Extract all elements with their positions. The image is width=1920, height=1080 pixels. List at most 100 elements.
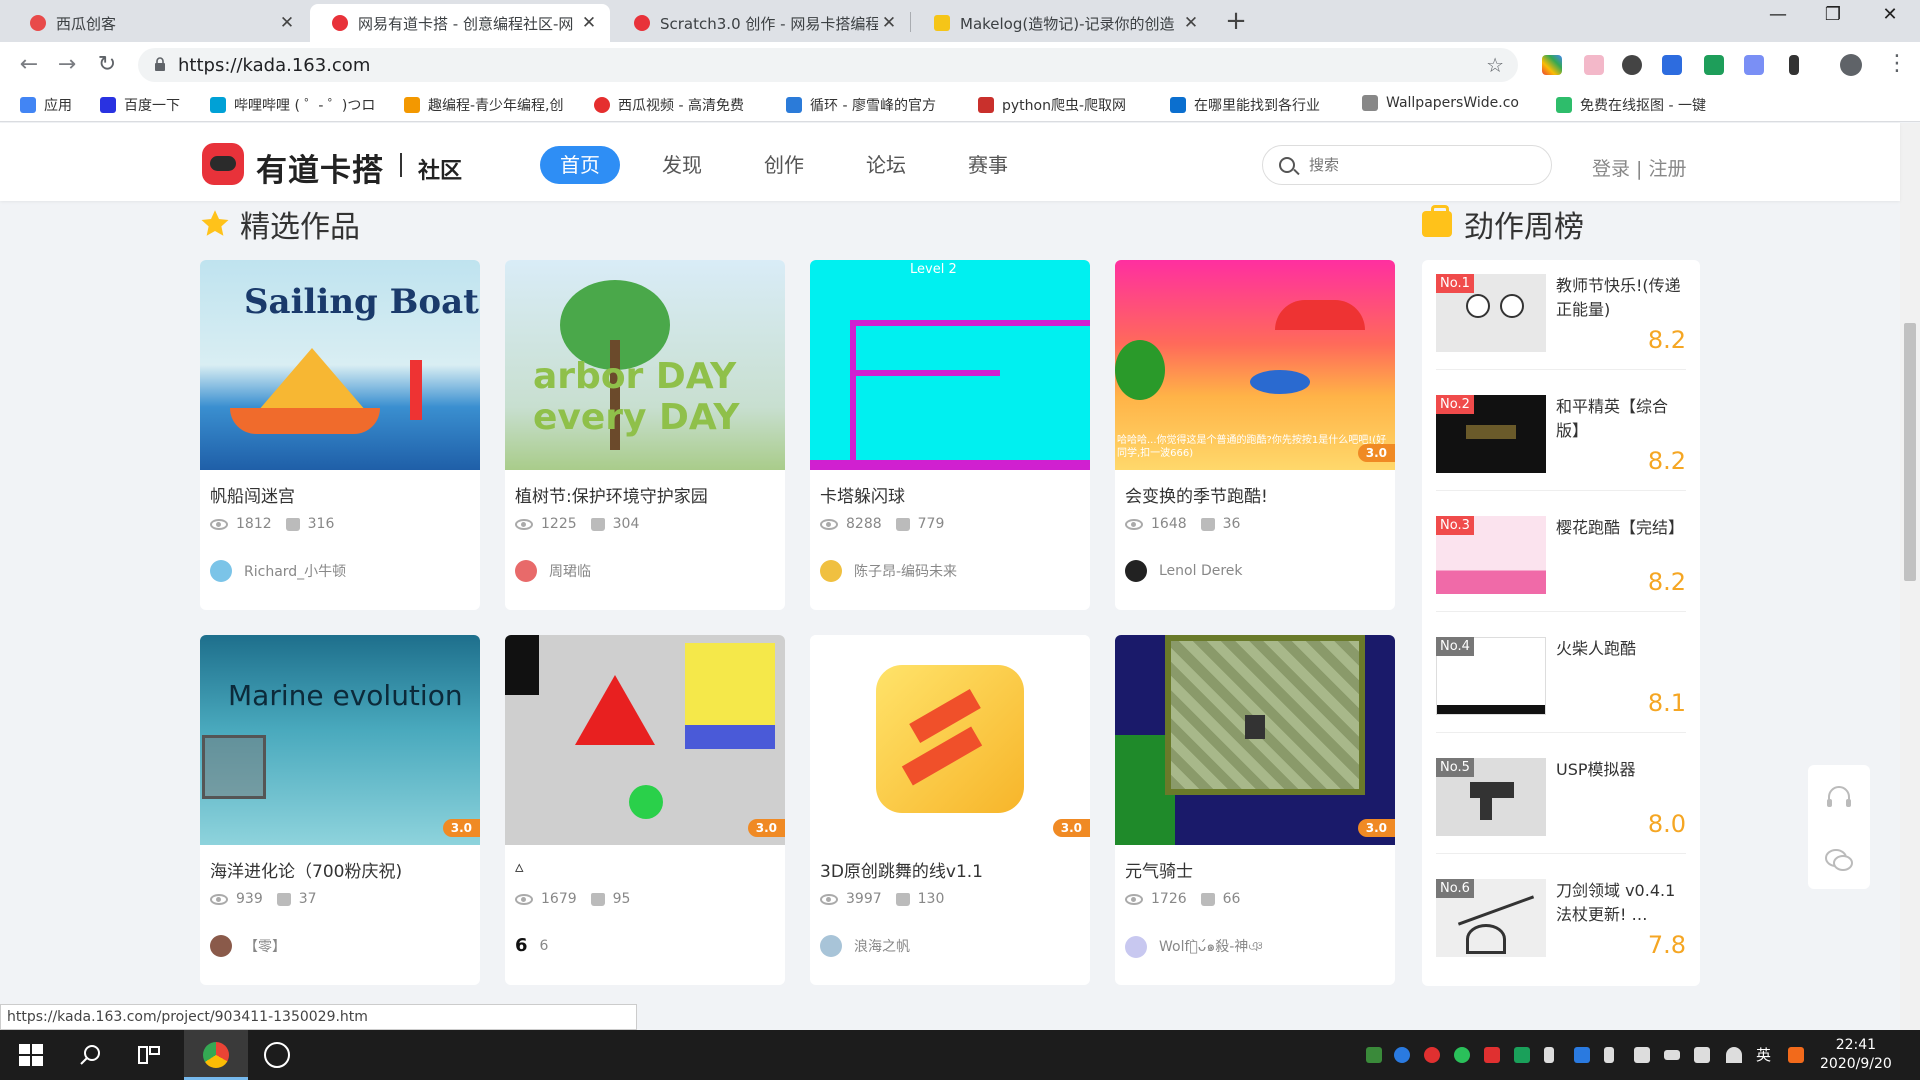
project-author[interactable]: Richard_小牛顿 xyxy=(210,560,346,582)
project-card[interactable]: 哈哈哈...你觉得这是个普通的跑酷?你先按按1是什么吧吧!(好同学,扣一波666… xyxy=(1115,260,1395,610)
search-icon[interactable] xyxy=(78,1042,104,1068)
project-card[interactable]: 3.0 3D原创跳舞的线v1.1 3997 130 浪海之帆 xyxy=(810,635,1090,985)
chrome-icon[interactable] xyxy=(203,1042,229,1068)
ranking-name[interactable]: 和平精英【综合版】 xyxy=(1556,395,1686,443)
wechat-tray-icon[interactable] xyxy=(1454,1047,1470,1063)
bookmark-remove-bg[interactable]: 免费在线抠图 - 一键 xyxy=(1556,95,1732,115)
ranking-item[interactable]: No.1 教师节快乐!(传递正能量) 8.2 xyxy=(1436,260,1686,370)
restore-button[interactable]: ❐ xyxy=(1813,4,1853,25)
address-bar[interactable]: https://kada.163.com ☆ xyxy=(138,48,1518,82)
project-card[interactable]: Level 2 卡塔躲闪球 8288 779 陈子昂-编码未来 xyxy=(810,260,1090,610)
nav-contest[interactable]: 赛事 xyxy=(948,146,1028,184)
bookmark-wallpaperswide[interactable]: WallpapersWide.co xyxy=(1362,95,1540,111)
project-author[interactable]: 周珺临 xyxy=(515,560,591,582)
project-title[interactable]: 海洋进化论（700粉庆祝) xyxy=(210,857,402,882)
reload-button[interactable]: ↻ xyxy=(92,50,122,80)
site-logo-text[interactable]: 有道卡搭 xyxy=(256,145,384,190)
ranking-name[interactable]: USP模拟器 xyxy=(1556,758,1686,782)
scrollbar-thumb[interactable] xyxy=(1904,323,1916,581)
ranking-name[interactable]: 教师节快乐!(传递正能量) xyxy=(1556,274,1686,322)
project-card[interactable]: Marine evolution 3.0 海洋进化论（700粉庆祝) 939 3… xyxy=(200,635,480,985)
page-scrollbar[interactable] xyxy=(1900,123,1920,1030)
project-title[interactable]: 会变换的季节跑酷! xyxy=(1125,482,1268,507)
back-button[interactable]: ← xyxy=(14,50,44,80)
project-title[interactable]: 植树节:保护环境守护家园 xyxy=(515,482,708,507)
ranking-item[interactable]: No.6 刀剑领域 v0.4.1法杖更新! … 7.8 xyxy=(1436,865,1686,975)
taskbar-clock[interactable]: 22:41 2020/9/20 xyxy=(1820,1036,1892,1074)
browser-tab-scratch-create[interactable]: Scratch3.0 创作 - 网易卡搭编程 ✕ xyxy=(612,4,910,42)
project-card[interactable]: 3.0 元气骑士 1726 66 Wolf๑̀ᴗ́๑殺-神ঞ xyxy=(1115,635,1395,985)
bookmark-zhihu[interactable]: 在哪里能找到各行业 xyxy=(1170,95,1340,115)
project-author[interactable]: 浪海之帆 xyxy=(820,935,910,957)
project-thumbnail[interactable]: Sailing Boat xyxy=(200,260,480,470)
project-title[interactable]: 3D原创跳舞的线v1.1 xyxy=(820,857,983,882)
bookmark-bilibili[interactable]: 哔哩哔哩 ( ゜- ゜)つロ xyxy=(210,95,380,115)
tray-icon[interactable] xyxy=(1544,1047,1554,1063)
ranking-name[interactable]: 刀剑领域 v0.4.1法杖更新! … xyxy=(1556,879,1686,927)
tray-icon[interactable] xyxy=(1574,1047,1590,1063)
extension-icon[interactable] xyxy=(1704,55,1724,75)
tray-icon[interactable] xyxy=(1394,1047,1410,1063)
project-title[interactable]: 卡塔躲闪球 xyxy=(820,482,905,507)
nav-discover[interactable]: 发现 xyxy=(642,146,722,184)
project-thumbnail[interactable]: Level 2 xyxy=(810,260,1090,470)
battery-icon[interactable] xyxy=(1664,1050,1680,1060)
browser-tab-makelog[interactable]: Makelog(造物记)-记录你的创造 ✕ xyxy=(912,4,1212,42)
bookmark-python-crawler[interactable]: python爬虫-爬取网 xyxy=(978,95,1148,115)
extension-icon[interactable] xyxy=(1542,55,1562,75)
ranking-name[interactable]: 火柴人跑酷 xyxy=(1556,637,1686,661)
shield-tray-icon[interactable] xyxy=(1514,1047,1530,1063)
site-search-box[interactable] xyxy=(1262,145,1552,185)
project-author[interactable]: Lenol Derek xyxy=(1125,560,1243,582)
windows-start-icon[interactable] xyxy=(18,1042,44,1068)
project-author[interactable]: 66 xyxy=(515,935,548,956)
project-thumbnail[interactable]: Marine evolution 3.0 xyxy=(200,635,480,845)
kada-logo-icon[interactable] xyxy=(202,143,244,185)
headset-icon[interactable] xyxy=(1825,785,1853,809)
project-card[interactable]: 3.0 ▵ 1679 95 66 xyxy=(505,635,785,985)
tab-close-icon[interactable]: ✕ xyxy=(276,13,298,33)
sogou-icon[interactable] xyxy=(1788,1047,1804,1063)
tray-icon[interactable] xyxy=(1634,1047,1650,1063)
nav-home[interactable]: 首页 xyxy=(540,146,620,184)
search-input[interactable] xyxy=(1309,154,1529,176)
bookmark-baidu[interactable]: 百度一下 xyxy=(100,95,180,115)
nav-create[interactable]: 创作 xyxy=(744,146,824,184)
project-author[interactable]: Wolf๑̀ᴗ́๑殺-神ঞ xyxy=(1125,935,1263,959)
project-card[interactable]: Sailing Boat 帆船闯迷宫 1812 316 Richard_小牛顿 xyxy=(200,260,480,610)
extension-icon[interactable] xyxy=(1584,55,1604,75)
chat-icon[interactable] xyxy=(1824,847,1854,873)
forward-button[interactable]: → xyxy=(52,50,82,80)
ranking-item[interactable]: No.3 樱花跑酷【完结】 8.2 xyxy=(1436,502,1686,612)
ranking-item[interactable]: No.4 火柴人跑酷 8.1 xyxy=(1436,623,1686,733)
project-author[interactable]: 陈子昂-编码未来 xyxy=(820,560,957,582)
project-thumbnail[interactable]: 3.0 xyxy=(505,635,785,845)
new-tab-button[interactable]: + xyxy=(1221,6,1251,36)
extension-icon[interactable] xyxy=(1622,55,1642,75)
project-card[interactable]: arbor DAY every DAY 植树节:保护环境守护家园 1225 30… xyxy=(505,260,785,610)
tab-close-icon[interactable]: ✕ xyxy=(878,13,900,33)
bookmark-star-icon[interactable]: ☆ xyxy=(1486,53,1504,77)
close-window-button[interactable]: ✕ xyxy=(1870,4,1910,25)
bookmark-liaoxuefeng[interactable]: 循环 - 廖雪峰的官方 xyxy=(786,95,956,115)
bookmark-qubiancheng[interactable]: 趣编程-青少年编程,创 xyxy=(404,95,574,115)
tray-icon[interactable] xyxy=(1484,1047,1500,1063)
browser-menu-icon[interactable]: ⋮ xyxy=(1886,51,1908,76)
profile-avatar-icon[interactable] xyxy=(1840,54,1862,76)
nav-forum[interactable]: 论坛 xyxy=(846,146,926,184)
app-icon[interactable] xyxy=(264,1042,290,1068)
project-title[interactable]: 元气骑士 xyxy=(1125,857,1193,882)
tab-close-icon[interactable]: ✕ xyxy=(1180,13,1202,33)
project-title[interactable]: ▵ xyxy=(515,857,524,877)
project-thumbnail[interactable]: arbor DAY every DAY xyxy=(505,260,785,470)
project-thumbnail[interactable]: 3.0 xyxy=(810,635,1090,845)
ranking-item[interactable]: No.2 和平精英【综合版】 8.2 xyxy=(1436,381,1686,491)
project-thumbnail[interactable]: 3.0 xyxy=(1115,635,1395,845)
bookmark-apps[interactable]: 应用 xyxy=(20,95,72,115)
extension-icon[interactable] xyxy=(1744,55,1764,75)
tray-icon[interactable] xyxy=(1366,1047,1382,1063)
ranking-name[interactable]: 樱花跑酷【完结】 xyxy=(1556,516,1686,540)
login-register-link[interactable]: 登录 | 注册 xyxy=(1592,154,1686,181)
tab-close-icon[interactable]: ✕ xyxy=(578,13,600,33)
project-author[interactable]: 【零】 xyxy=(210,935,286,957)
